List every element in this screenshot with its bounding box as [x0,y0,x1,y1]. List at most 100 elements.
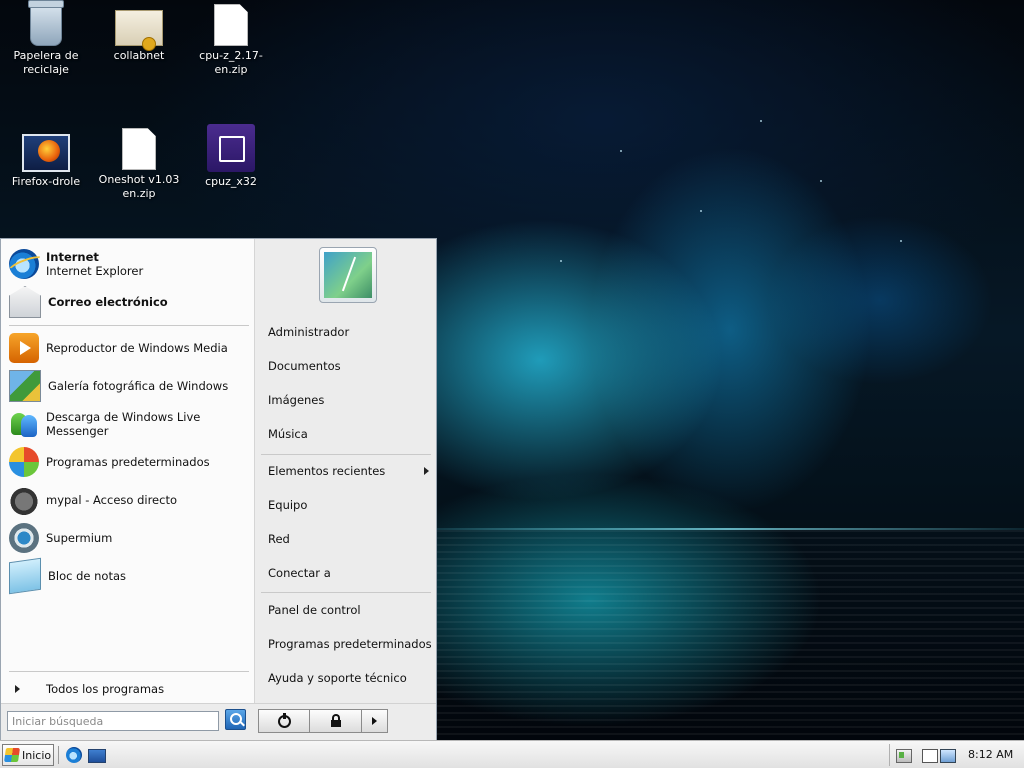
start-item-label: Supermium [46,531,113,545]
desktop-icon-cpuz-x32[interactable]: cpuz_x32 [185,124,277,189]
star [700,210,702,212]
start-item-default-programs[interactable]: Programas predeterminados [9,445,247,479]
desktop-icon-oneshot-zip[interactable]: Oneshot v1.03 en.zip [93,128,185,201]
taskbar-separator [58,746,59,764]
right-item-elementos-recientes[interactable]: Elementos recientes [255,457,437,485]
chevron-right-icon [372,717,377,725]
all-programs-button[interactable]: Todos los programas [9,679,247,699]
right-item-administrador[interactable]: Administrador [255,318,437,346]
cpu-chip-icon [207,124,255,172]
desktop-icon-label: collabnet [113,49,165,62]
start-button[interactable]: Inicio [2,744,54,766]
default-programs-icon [9,447,39,477]
network-icon[interactable] [922,749,938,763]
start-item-label: Correo electrónico [48,295,168,309]
separator [9,325,249,326]
star [820,180,822,182]
mail-icon [9,286,41,318]
start-item-label: Galería fotográfica de Windows [48,379,229,393]
star [900,240,902,242]
desktop-icon-label: Firefox-drole [11,175,81,188]
start-item-label: Reproductor de Windows Media [46,341,228,355]
quicklaunch-show-desktop-icon[interactable] [88,749,106,763]
start-item-subtitle: Internet Explorer [46,264,144,278]
start-item-label: Programas predeterminados [46,455,210,469]
desktop-icon-label: cpuz_x32 [205,175,257,188]
right-item-documentos[interactable]: Documentos [255,352,437,380]
start-menu-programs-pane: Internet Internet Explorer Correo electr… [1,239,254,703]
start-item-internet[interactable]: Internet Internet Explorer [9,247,247,281]
power-button-group [258,709,388,733]
recycle-bin-icon [28,0,64,46]
ie-icon [9,249,39,279]
user-picture-icon [324,252,372,298]
lock-icon [330,713,341,727]
right-item-programas-predeterminados[interactable]: Programas predeterminados [255,630,437,658]
search-icon [230,713,242,725]
start-item-photo-gallery[interactable]: Galería fotográfica de Windows [9,369,247,403]
right-item-panel-de-control[interactable]: Panel de control [255,596,437,624]
star [560,260,562,262]
file-icon [214,4,248,46]
shutdown-button[interactable] [258,709,310,733]
star [760,120,762,122]
desktop-icon-label: cpu-z_2.17-en.zip [199,49,263,76]
quicklaunch-ie-icon[interactable] [66,747,82,763]
notepad-icon [9,557,41,595]
start-item-mypal[interactable]: mypal - Acceso directo [9,483,247,517]
start-item-label: Internet Internet Explorer [46,250,143,278]
desktop-icon-firefox-drole[interactable]: Firefox-drole [0,128,92,189]
supermium-icon [9,523,39,553]
right-item-red[interactable]: Red [255,525,437,553]
right-item-conectar-a[interactable]: Conectar a [255,559,437,587]
right-item-label: Elementos recientes [268,464,386,478]
desktop-icon-cpu-z-zip[interactable]: cpu-z_2.17-en.zip [185,4,277,77]
wallpaper-reflection [430,530,1024,740]
windows-flag-icon [4,748,20,762]
raccoon-icon [9,485,39,515]
desktop-icon-label: Papelera de reciclaje [13,49,79,76]
all-programs-label: Todos los programas [46,682,165,696]
right-item-equipo[interactable]: Equipo [255,491,437,519]
right-item-musica[interactable]: Música [255,420,437,448]
certificate-icon [115,10,163,51]
start-item-media-player[interactable]: Reproductor de Windows Media [9,331,247,365]
system-tray: 8:12 AM [889,744,1023,766]
taskbar-clock[interactable]: 8:12 AM [968,748,1013,761]
desktop-icon-collabnet[interactable]: collabnet [93,4,185,63]
media-player-icon [9,333,39,363]
chevron-right-icon [424,467,429,475]
start-button-label: Inicio [22,748,52,762]
chevron-right-icon [15,685,20,693]
lock-button[interactable] [310,709,362,733]
power-icon [277,712,291,728]
start-item-label: Bloc de notas [48,569,127,583]
right-item-imagenes[interactable]: Imágenes [255,386,437,414]
start-item-email[interactable]: Correo electrónico [9,285,247,319]
desktop-icon-recycle-bin[interactable]: Papelera de reciclaje [0,0,92,77]
user-avatar[interactable] [319,247,377,303]
start-item-notepad[interactable]: Bloc de notas [9,557,247,595]
power-options-button[interactable] [362,709,388,733]
messenger-icon [9,409,39,439]
file-icon [122,128,156,170]
start-item-label: Descarga de Windows Live Messenger [46,410,201,438]
start-menu: Internet Internet Explorer Correo electr… [0,238,437,740]
right-item-ayuda[interactable]: Ayuda y soporte técnico [255,664,437,692]
volume-icon[interactable] [940,749,956,763]
separator [261,454,431,455]
search-input[interactable] [7,711,219,731]
start-menu-bottom-bar [1,703,436,740]
search-button[interactable] [225,709,246,730]
photo-gallery-icon [9,370,41,402]
start-item-supermium[interactable]: Supermium [9,521,247,555]
safely-remove-hardware-icon[interactable] [896,749,912,763]
desktop-icon-label: Oneshot v1.03 en.zip [98,173,180,200]
start-item-title: Correo electrónico [48,295,168,309]
start-item-title: Internet [46,250,99,264]
star [620,150,622,152]
start-item-messenger[interactable]: Descarga de Windows Live Messenger [9,407,247,441]
start-menu-places-pane: Administrador Documentos Imágenes Música… [254,239,436,703]
start-item-label: mypal - Acceso directo [46,493,177,507]
separator [261,592,431,593]
